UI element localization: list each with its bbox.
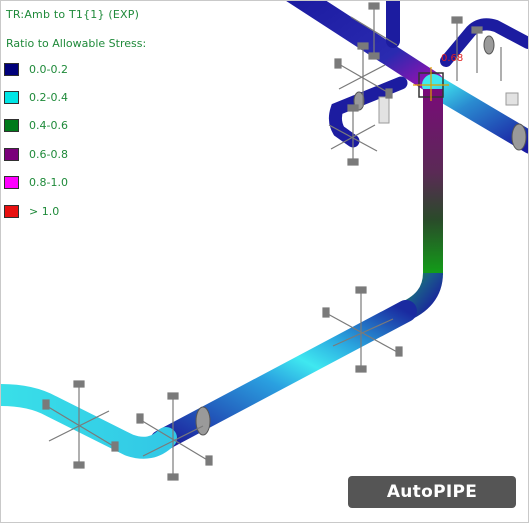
legend-item: 0.2-0.4 xyxy=(4,83,68,111)
legend-label: 0.8-1.0 xyxy=(29,176,68,190)
pipe-flange[interactable] xyxy=(483,35,495,55)
legend-swatch xyxy=(4,147,19,161)
legend-item: 0.6-0.8 xyxy=(4,140,68,168)
legend-label: 0.4-0.6 xyxy=(29,119,68,133)
load-case-title: TR:Amb to T1{1} (EXP) xyxy=(6,8,140,21)
pipe-support-base[interactable] xyxy=(378,96,390,124)
legend-swatch xyxy=(4,119,19,133)
legend-swatch xyxy=(4,204,19,218)
legend-heading: Ratio to Allowable Stress: xyxy=(6,37,147,50)
pipe-segment-vertical[interactable] xyxy=(423,89,443,275)
legend-label: 0.0-0.2 xyxy=(29,62,68,76)
legend-swatch xyxy=(4,91,19,105)
pipe-model-3d-view[interactable] xyxy=(1,1,528,522)
legend-label: 0.2-0.4 xyxy=(29,91,68,105)
legend-swatch xyxy=(4,176,19,190)
legend-item: 0.0-0.2 xyxy=(4,55,68,83)
legend-item: 0.4-0.6 xyxy=(4,112,68,140)
stress-ratio-legend: 0.0-0.2 0.2-0.4 0.4-0.6 0.6-0.8 0.8-1.0 … xyxy=(4,55,68,225)
autopipe-logo-badge: AutoPIPE xyxy=(348,476,516,508)
model-viewport-frame: TR:Amb to T1{1} (EXP) Ratio to Allowable… xyxy=(0,0,529,523)
pipe-flange[interactable] xyxy=(511,123,527,151)
pipe-flange[interactable] xyxy=(195,406,211,436)
legend-item: 0.8-1.0 xyxy=(4,169,68,197)
legend-label: > 1.0 xyxy=(29,204,60,218)
pipe-segment-top-diagonal[interactable] xyxy=(286,1,444,94)
node-stress-value-label: 0.68 xyxy=(441,53,464,64)
pipe-support-base[interactable] xyxy=(505,92,519,106)
legend-swatch xyxy=(4,62,19,76)
legend-item: > 1.0 xyxy=(4,197,68,225)
legend-label: 0.6-0.8 xyxy=(29,147,68,161)
